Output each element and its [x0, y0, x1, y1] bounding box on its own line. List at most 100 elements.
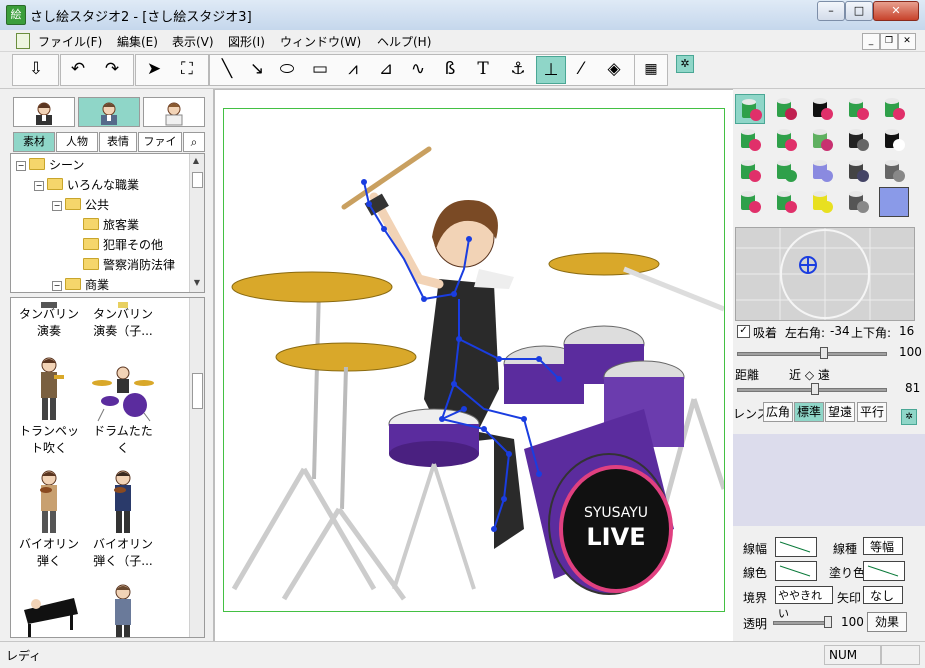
- tree-item[interactable]: − シーン: [16, 156, 175, 176]
- curve-icon[interactable]: ∿: [404, 56, 432, 82]
- camera-sphere[interactable]: [736, 228, 914, 320]
- move-pose-icon[interactable]: ⊥: [536, 56, 566, 84]
- thumb-person-standing[interactable]: [87, 580, 159, 637]
- canvas-area[interactable]: SYUSAYU LIVE: [214, 89, 734, 643]
- arrow-dropdown[interactable]: なし: [863, 586, 903, 604]
- expand-toggle-icon[interactable]: −: [34, 181, 44, 191]
- rectangle-icon[interactable]: ▭: [306, 56, 334, 82]
- line-color-dropdown[interactable]: [775, 561, 817, 581]
- menu-shape[interactable]: 図形(I): [228, 33, 265, 50]
- material-swatch-icon[interactable]: [843, 156, 873, 186]
- close-button[interactable]: ✕: [873, 1, 919, 21]
- material-swatch-icon[interactable]: [771, 187, 801, 217]
- tab-person[interactable]: 人物: [56, 132, 98, 152]
- menu-edit[interactable]: 編集(E): [117, 33, 158, 50]
- maximize-button[interactable]: □: [845, 1, 873, 21]
- text-icon[interactable]: T: [469, 56, 497, 82]
- mdi-close-button[interactable]: ✕: [898, 33, 916, 50]
- image-export-icon[interactable]: ▦: [637, 56, 665, 82]
- material-swatch-icon[interactable]: [735, 125, 765, 155]
- line-type-dropdown[interactable]: 等幅: [863, 537, 903, 555]
- closed-curve-icon[interactable]: ß: [436, 56, 464, 82]
- lens-wide-button[interactable]: 広角: [763, 402, 793, 422]
- search-icon[interactable]: ⌕: [183, 132, 205, 152]
- line-icon[interactable]: ╲: [213, 56, 241, 82]
- thumb-drums[interactable]: ドラムたた く: [87, 353, 159, 457]
- lens-standard-button[interactable]: 標準: [794, 402, 824, 422]
- polyline-icon[interactable]: ⩘: [339, 56, 367, 82]
- menu-file[interactable]: ファイル(F): [38, 33, 102, 50]
- opacity-slider-knob[interactable]: [824, 616, 832, 628]
- tab-file[interactable]: ファイル: [138, 132, 182, 166]
- tab-material[interactable]: 素材: [13, 132, 55, 152]
- material-swatch-icon[interactable]: [807, 94, 837, 124]
- material-swatch-icon[interactable]: [807, 125, 837, 155]
- lens-parallel-button[interactable]: 平行: [857, 402, 887, 422]
- thumb-tambourine-child[interactable]: タンバリン 演奏（子...: [87, 298, 159, 340]
- thumb-piano[interactable]: [13, 580, 85, 637]
- menu-window[interactable]: ウィンドウ(W): [280, 33, 361, 50]
- thumb-violin-child[interactable]: バイオリン 弾く（子...: [87, 466, 159, 570]
- tree-item[interactable]: 旅客業: [16, 216, 175, 236]
- material-swatch-icon[interactable]: [879, 94, 909, 124]
- material-swatch-icon[interactable]: [807, 156, 837, 186]
- tree-item[interactable]: − いろんな職業: [16, 176, 175, 196]
- lens-telephoto-button[interactable]: 望遠: [825, 402, 855, 422]
- tree-item[interactable]: 警察消防法律: [16, 256, 175, 276]
- thumbs-scrollbar[interactable]: [189, 298, 204, 637]
- redo-icon[interactable]: ↷: [98, 56, 126, 82]
- drummer-scene[interactable]: SYUSAYU LIVE: [224, 109, 727, 611]
- category-character-male-button[interactable]: [78, 97, 140, 127]
- eyedropper-icon[interactable]: ⁄: [567, 56, 595, 82]
- thumb-trumpet[interactable]: トランペッ ト吹く: [13, 353, 85, 457]
- arrow-line-icon[interactable]: ↘: [243, 56, 271, 82]
- tree-item[interactable]: 犯罪その他: [16, 236, 175, 256]
- material-swatch-icon[interactable]: [771, 125, 801, 155]
- tree-scrollbar[interactable]: ▲ ▼: [189, 154, 204, 292]
- material-swatch-icon[interactable]: [771, 94, 801, 124]
- settings-icon[interactable]: ✲: [676, 55, 694, 73]
- expand-toggle-icon[interactable]: −: [52, 281, 62, 291]
- angle-slider-knob[interactable]: [820, 347, 828, 359]
- drawing-frame[interactable]: SYUSAYU LIVE: [223, 108, 727, 612]
- angle-slider-track[interactable]: [737, 352, 887, 356]
- tree-item[interactable]: − 公共: [16, 196, 175, 216]
- border-dropdown[interactable]: ややきれい: [775, 586, 833, 620]
- material-swatch-icon[interactable]: [735, 94, 765, 124]
- opacity-slider-track[interactable]: [773, 621, 829, 625]
- material-swatch-icon[interactable]: [843, 94, 873, 124]
- material-swatch-icon[interactable]: [843, 125, 873, 155]
- menu-view[interactable]: 表示(V): [172, 33, 214, 50]
- fill-color-dropdown[interactable]: [863, 561, 905, 581]
- mdi-restore-button[interactable]: ❐: [880, 33, 898, 50]
- material-swatch-icon[interactable]: [735, 156, 765, 186]
- anchor-icon[interactable]: ⚓: [504, 56, 532, 82]
- material-swatch-icon[interactable]: [879, 187, 909, 217]
- category-character-young-button[interactable]: [143, 97, 205, 127]
- menu-help[interactable]: ヘルプ(H): [377, 33, 431, 50]
- tree-scroll-thumb[interactable]: [192, 172, 203, 188]
- select-arrow-icon[interactable]: ➤: [140, 56, 168, 82]
- material-swatch-icon[interactable]: [879, 156, 909, 186]
- stick-checkbox[interactable]: ✓: [737, 325, 750, 338]
- material-swatch-icon[interactable]: [771, 156, 801, 186]
- material-swatch-icon[interactable]: [807, 187, 837, 217]
- scene-capture-icon[interactable]: ⛶: [173, 56, 201, 82]
- open-scene-icon[interactable]: ⇩: [22, 56, 50, 82]
- line-width-dropdown[interactable]: [775, 537, 817, 557]
- undo-icon[interactable]: ↶: [64, 56, 92, 82]
- camera-settings-icon[interactable]: ✲: [901, 409, 917, 425]
- thumb-violin[interactable]: バイオリン 弾く: [13, 466, 85, 570]
- tree-item[interactable]: − 商業: [16, 276, 175, 296]
- scroll-down-icon[interactable]: ▼: [191, 278, 203, 287]
- mdi-minimize-button[interactable]: _: [862, 33, 880, 50]
- material-swatch-icon[interactable]: [843, 187, 873, 217]
- category-character-female-button[interactable]: [13, 97, 75, 127]
- camera-view[interactable]: [735, 227, 915, 321]
- scroll-up-icon[interactable]: ▲: [190, 156, 202, 165]
- expand-toggle-icon[interactable]: −: [16, 161, 26, 171]
- fill-bucket-icon[interactable]: ◈: [600, 56, 628, 82]
- polygon-icon[interactable]: ⊿: [372, 56, 400, 82]
- material-swatch-icon[interactable]: [879, 125, 909, 155]
- distance-slider-knob[interactable]: [811, 383, 819, 395]
